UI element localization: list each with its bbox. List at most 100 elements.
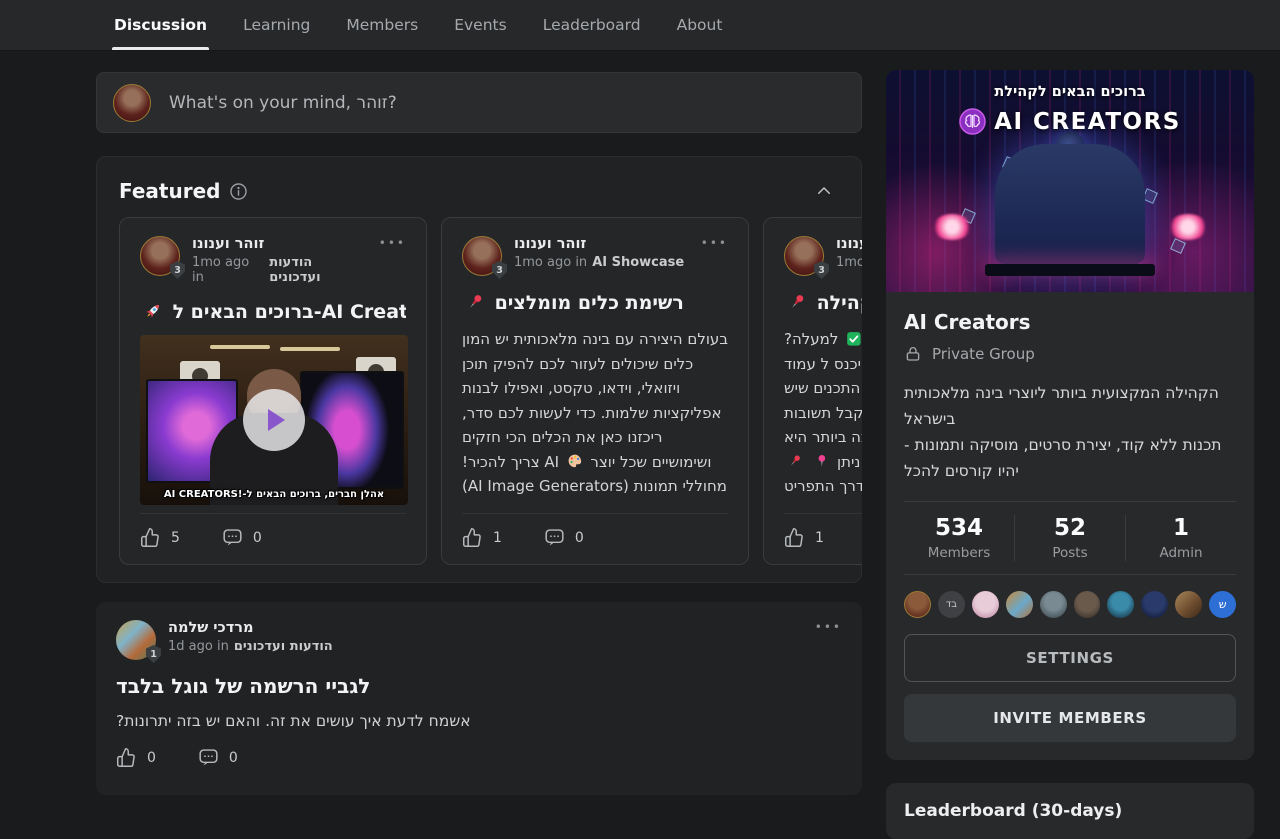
round-pin-icon xyxy=(814,453,830,469)
post-category[interactable]: AI Showcase xyxy=(592,255,684,270)
rocket-icon xyxy=(143,301,163,321)
member-avatars: בד ש xyxy=(904,591,1236,618)
comment-count: 0 xyxy=(253,530,262,546)
thumbs-up-icon xyxy=(116,747,137,768)
video-thumbnail[interactable]: אהלן חברים, ברוכים הבאים ל-AI CREATORS!‎ xyxy=(140,335,408,505)
like-count: 5 xyxy=(171,530,180,546)
comment-icon xyxy=(222,527,243,548)
member-avatar[interactable] xyxy=(1175,591,1202,618)
comment-count: 0 xyxy=(575,530,584,546)
top-nav: Discussion Learning Members Events Leade… xyxy=(0,0,1280,51)
video-caption: אהלן חברים, ברוכים הבאים ל-AI CREATORS!‎ xyxy=(140,489,408,500)
leaderboard-title: Leaderboard (30-days) xyxy=(904,801,1236,821)
comment-button[interactable]: 0 xyxy=(222,527,262,548)
like-button[interactable]: 1 xyxy=(462,527,502,548)
featured-card-tools[interactable]: 3 זוהר וענונו 1mo ago in AI Showcase רשימ… xyxy=(441,217,749,565)
author-avatar[interactable]: 3 xyxy=(140,236,180,276)
like-button[interactable]: 0 xyxy=(116,747,156,768)
author-name[interactable]: זוהר וענונו xyxy=(192,236,367,252)
post-menu-icon[interactable] xyxy=(815,620,842,660)
author-name[interactable]: זוהר וענונו xyxy=(514,236,684,252)
group-name: AI Creators xyxy=(904,310,1236,334)
level-badge: 3 xyxy=(170,261,185,279)
like-count: 1 xyxy=(493,530,502,546)
privacy-label: Private Group xyxy=(932,345,1035,363)
tab-events[interactable]: Events xyxy=(452,0,508,50)
thumbs-up-icon xyxy=(140,527,161,548)
post-time: 1mo xyxy=(836,255,862,270)
level-badge: 3 xyxy=(492,261,507,279)
tab-members[interactable]: Members xyxy=(344,0,420,50)
post-time: 1d ago in xyxy=(168,639,229,654)
pushpin-icon xyxy=(787,453,803,469)
composer-placeholder: What's on your mind, זוהר? xyxy=(169,93,397,113)
author-name[interactable]: זוהר וענונו xyxy=(836,236,862,252)
author-avatar[interactable]: 1 xyxy=(116,620,156,660)
post-title[interactable]: לגביי הרשמה של גוגל בלבד xyxy=(116,674,842,698)
thumbs-up-icon xyxy=(784,527,805,548)
member-avatar[interactable] xyxy=(1107,591,1134,618)
post-time: 1mo ago in xyxy=(192,255,264,285)
post-body: בעולם היצירה עם בינה מלאכותית יש המון כל… xyxy=(462,327,728,499)
member-avatar[interactable]: ש xyxy=(1209,591,1236,618)
author-avatar[interactable]: 3 xyxy=(462,236,502,276)
info-icon[interactable] xyxy=(229,182,248,201)
group-description: הקהילה המקצועית ביותר ליוצרי בינה מלאכות… xyxy=(904,380,1236,484)
featured-title: Featured xyxy=(119,179,220,203)
tab-leaderboard[interactable]: Leaderboard xyxy=(541,0,643,50)
featured-cards-row: 3 זוהר וענונו 1mo ago inהודעות ועדכונים … xyxy=(119,217,862,565)
member-avatar[interactable] xyxy=(1006,591,1033,618)
post-title[interactable]: ברוכים הבאים ל-AI Creat... xyxy=(140,301,406,323)
comment-button[interactable]: 0 xyxy=(544,527,584,548)
settings-button[interactable]: SETTINGS xyxy=(904,634,1236,682)
post-composer[interactable]: What's on your mind, זוהר? xyxy=(96,72,862,133)
member-avatar[interactable] xyxy=(972,591,999,618)
like-count: 1 xyxy=(815,530,824,546)
play-button-icon[interactable] xyxy=(243,389,305,451)
leaderboard-card: Leaderboard (30-days) xyxy=(886,783,1254,839)
author-name[interactable]: מרדכי שלמה xyxy=(168,620,333,636)
post-time: 1mo ago in xyxy=(514,255,587,270)
palette-icon xyxy=(567,453,583,469)
lock-icon xyxy=(904,345,922,363)
sidebar: ברוכים הבאים לקהילת AI CREATORS AI Creat… xyxy=(886,70,1254,839)
comment-button[interactable]: 0 xyxy=(198,747,238,768)
member-avatar[interactable] xyxy=(1074,591,1101,618)
group-card: ברוכים הבאים לקהילת AI CREATORS AI Creat… xyxy=(886,70,1254,760)
feed-column: What's on your mind, זוהר? Featured 3 xyxy=(96,72,862,795)
like-count: 0 xyxy=(147,750,156,766)
collapse-chevron-up-icon[interactable] xyxy=(815,182,833,200)
tab-about[interactable]: About xyxy=(675,0,725,50)
member-avatar[interactable] xyxy=(1141,591,1168,618)
member-avatar[interactable]: בד xyxy=(938,591,965,618)
featured-card-rules[interactable]: 3 זוהר וענונו 1mo קהילה למעלה? היכנס ל ע… xyxy=(763,217,862,565)
tab-discussion[interactable]: Discussion xyxy=(112,0,209,50)
pushpin-icon xyxy=(465,292,485,312)
comment-count: 0 xyxy=(229,750,238,766)
post-menu-icon[interactable] xyxy=(379,236,406,285)
thumbs-up-icon xyxy=(462,527,483,548)
comment-icon xyxy=(544,527,565,548)
post-title[interactable]: רשימת כלים מומלצים xyxy=(462,292,728,314)
group-banner-image[interactable]: ברוכים הבאים לקהילת AI CREATORS xyxy=(886,70,1254,292)
author-avatar[interactable]: 3 xyxy=(784,236,824,276)
featured-card-welcome[interactable]: 3 זוהר וענונו 1mo ago inהודעות ועדכונים … xyxy=(119,217,427,565)
feed-post[interactable]: 1 מרדכי שלמה 1d ago in הודעות ועדכונים לג… xyxy=(96,602,862,795)
stat-admin[interactable]: 1 Admin xyxy=(1125,515,1236,561)
tab-learning[interactable]: Learning xyxy=(241,0,312,50)
stat-posts[interactable]: 52 Posts xyxy=(1014,515,1125,561)
member-avatar[interactable] xyxy=(1040,591,1067,618)
banner-welcome-text: ברוכים הבאים לקהילת xyxy=(886,84,1254,100)
like-button[interactable]: 1 xyxy=(784,527,824,548)
post-category[interactable]: הודעות ועדכונים xyxy=(269,255,367,285)
post-category[interactable]: הודעות ועדכונים xyxy=(234,639,333,654)
member-avatar[interactable] xyxy=(904,591,931,618)
post-title[interactable]: קהילה xyxy=(784,292,862,314)
pushpin-icon xyxy=(787,292,807,312)
stat-members[interactable]: 534 Members xyxy=(904,515,1014,561)
post-menu-icon[interactable] xyxy=(701,236,728,276)
brain-logo-icon xyxy=(959,108,986,135)
invite-members-button[interactable]: INVITE MEMBERS xyxy=(904,694,1236,742)
check-icon xyxy=(846,331,862,347)
like-button[interactable]: 5 xyxy=(140,527,180,548)
